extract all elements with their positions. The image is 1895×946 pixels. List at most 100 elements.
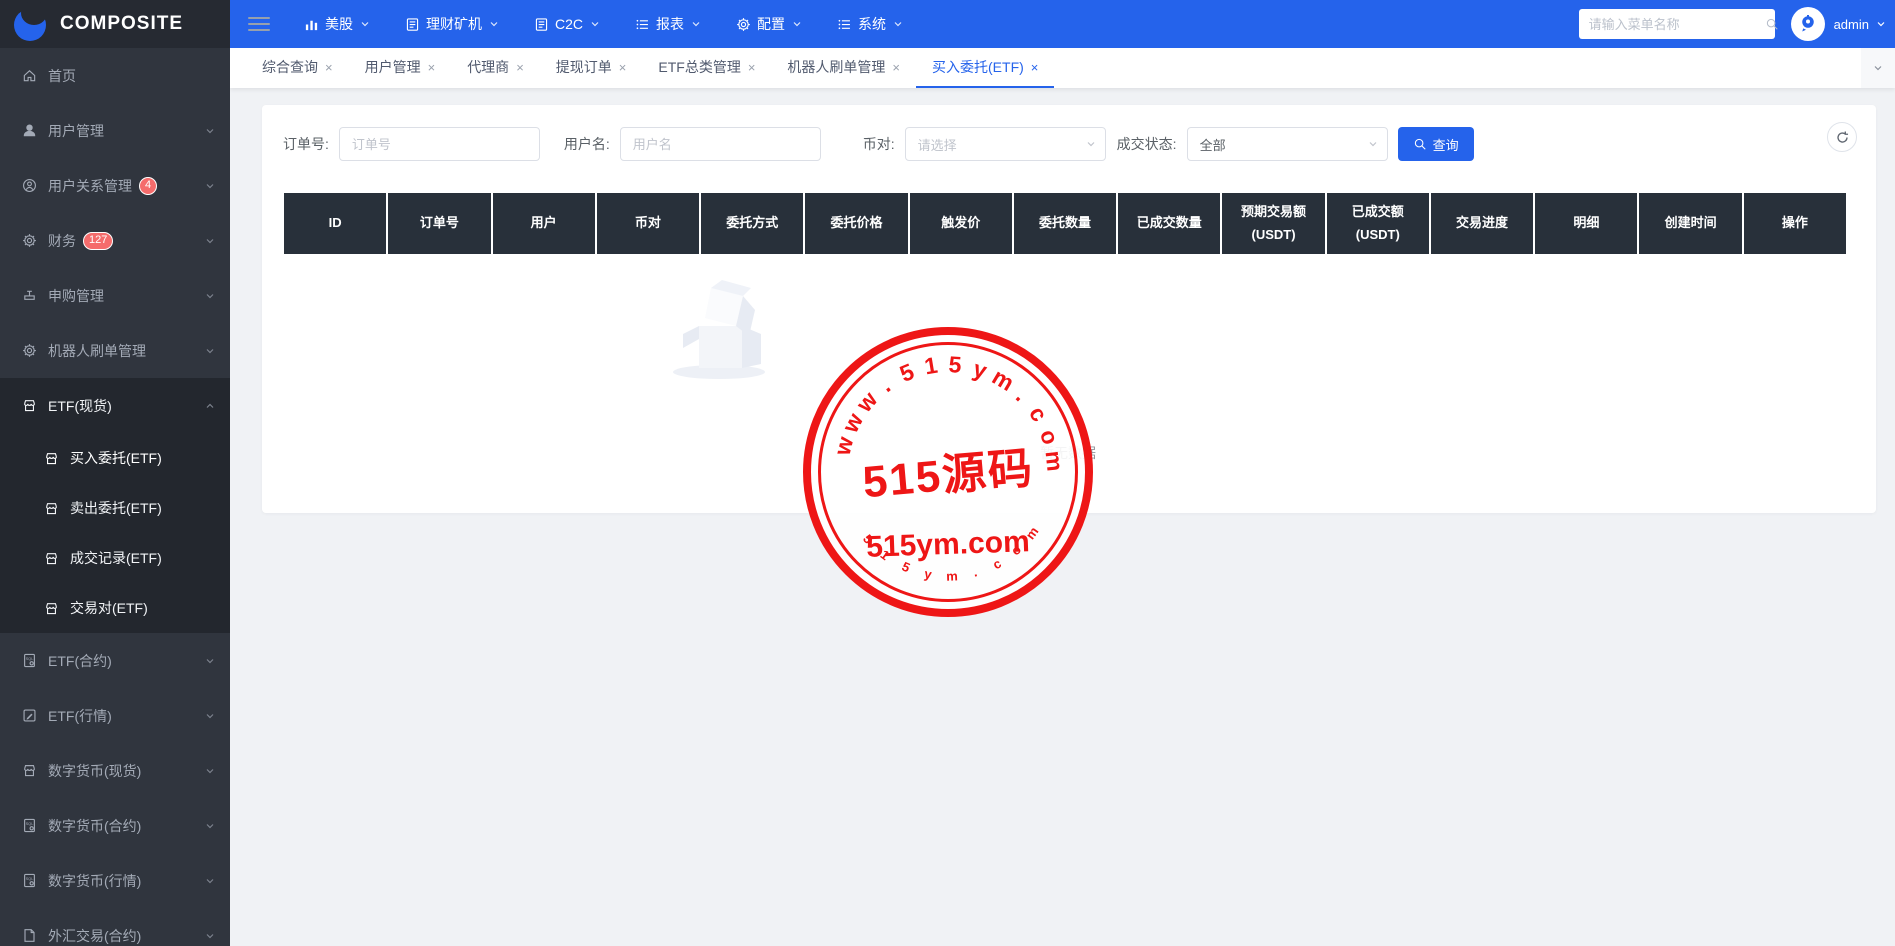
sidebar-item-label: 机器人刷单管理 <box>48 341 146 361</box>
refresh-button[interactable] <box>1827 122 1857 152</box>
tab-user-mgmt[interactable]: 用户管理 × <box>349 48 452 88</box>
nav-menu-config[interactable]: 配置 <box>736 14 803 34</box>
chevron-down-icon <box>892 18 904 30</box>
sidebar-item-label: 卖出委托(ETF) <box>70 498 162 518</box>
edit-icon <box>22 708 37 723</box>
tab-close-icon[interactable]: × <box>619 60 627 75</box>
sidebar-item-etf-deals[interactable]: 成交记录(ETF) <box>0 533 230 583</box>
logo: COMPOSITE <box>0 0 230 48</box>
tab-close-icon[interactable]: × <box>428 60 436 75</box>
nav-menu-mining[interactable]: 理财矿机 <box>405 14 500 34</box>
sidebar-item-etf-contract[interactable]: SQLETF(合约) <box>0 633 230 688</box>
sidebar-item-label: 用户管理 <box>48 121 104 141</box>
sidebar-item-label: 数字货币(合约) <box>48 816 141 836</box>
tab-close-icon[interactable]: × <box>516 60 524 75</box>
order-no-input[interactable] <box>339 127 540 161</box>
column-header: 触发价 <box>910 193 1014 254</box>
sidebar-item-etf-sell[interactable]: 卖出委托(ETF) <box>0 483 230 533</box>
search-icon <box>1413 137 1427 151</box>
avatar[interactable] <box>1791 7 1825 41</box>
book-icon <box>405 17 420 32</box>
tab-etf-category[interactable]: ETF总类管理 × <box>642 48 771 88</box>
tab-label: ETF总类管理 <box>658 57 740 77</box>
tab-label: 机器人刷单管理 <box>787 57 885 77</box>
sidebar-item-etf-buy[interactable]: 买入委托(ETF) <box>0 433 230 483</box>
sidebar-item-label: 数字货币(现货) <box>48 761 141 781</box>
sidebar-item-etf-quotes[interactable]: ETF(行情) <box>0 688 230 743</box>
sidebar-item-user-relation[interactable]: 用户关系管理4 <box>0 158 230 213</box>
sidebar-item-subscription[interactable]: 申购管理 <box>0 268 230 323</box>
sidebar-item-robot-brush[interactable]: 机器人刷单管理 <box>0 323 230 378</box>
tab-agent[interactable]: 代理商× <box>451 48 540 88</box>
shop-icon <box>44 501 59 516</box>
sidebar-item-crypto-spot[interactable]: 数字货币(现货) <box>0 743 230 798</box>
nav-menu-label: 配置 <box>757 14 785 34</box>
column-header: 操作 <box>1744 193 1846 254</box>
tab-withdraw-orders[interactable]: 提现订单× <box>540 48 643 88</box>
sidebar-item-label: 数字货币(行情) <box>48 871 141 891</box>
file-icon <box>22 928 37 943</box>
shop-icon <box>44 451 59 466</box>
sidebar-item-label: ETF(合约) <box>48 651 112 671</box>
tab-close-icon[interactable]: × <box>325 60 333 75</box>
chevron-down-icon <box>204 930 216 942</box>
sql-icon: SQL <box>22 818 37 833</box>
tab-robot-brush[interactable]: 机器人刷单管理 × <box>771 48 916 88</box>
username-input[interactable] <box>620 127 821 161</box>
sidebar-item-home[interactable]: 首页 <box>0 48 230 103</box>
nav-menu-system[interactable]: 系统 <box>837 14 904 34</box>
nav-menu-report[interactable]: 报表 <box>635 14 702 34</box>
status-select[interactable]: 全部 <box>1187 127 1388 161</box>
query-button[interactable]: 查询 <box>1398 127 1474 161</box>
column-header: 委托方式 <box>701 193 805 254</box>
tab-close-icon[interactable]: × <box>892 60 900 75</box>
sidebar-item-finance[interactable]: 财务127 <box>0 213 230 268</box>
tab-label: 用户管理 <box>365 57 421 77</box>
sidebar-item-crypto-contract[interactable]: SQL 数字货币(合约) <box>0 798 230 853</box>
nav-menu-c2c[interactable]: C2C <box>534 16 601 32</box>
sidebar-item-label: 买入委托(ETF) <box>70 448 162 468</box>
top-navbar: COMPOSITE 美股 理财矿机 C2C 报表 配置 系统 admin <box>0 0 1895 48</box>
sidebar-item-label: 首页 <box>48 66 76 86</box>
chevron-down-icon <box>791 18 803 30</box>
sidebar-toggle-icon[interactable] <box>248 17 270 31</box>
tabs-overflow-button[interactable] <box>1861 48 1895 88</box>
top-menu: 美股 理财矿机 C2C 报表 配置 系统 <box>304 14 904 34</box>
tab-composite-query[interactable]: 综合查询× <box>246 48 349 88</box>
menu-search-input[interactable] <box>1589 17 1765 32</box>
chevron-down-icon <box>1085 138 1097 150</box>
sidebar-item-label: ETF(行情) <box>48 706 112 726</box>
tab-etf-buy[interactable]: 买入委托(ETF)× <box>916 48 1054 88</box>
username[interactable]: admin <box>1834 17 1869 32</box>
sidebar-item-user-mgmt[interactable]: 用户管理 <box>0 103 230 158</box>
tab-close-icon[interactable]: × <box>748 60 756 75</box>
list-icon <box>837 17 852 32</box>
book-icon <box>534 17 549 32</box>
status-label: 成交状态: <box>1117 134 1177 154</box>
sidebar-item-forex-contract[interactable]: 外汇交易(合约) <box>0 908 230 946</box>
column-header: 交易进度 <box>1431 193 1535 254</box>
column-header: 明细 <box>1535 193 1639 254</box>
robot-avatar-icon <box>1798 14 1818 34</box>
chevron-down-icon <box>204 655 216 667</box>
sidebar-item-etf-spot[interactable]: ETF(现货) <box>0 378 230 433</box>
chevron-down-icon <box>204 290 216 302</box>
column-header: 已成交数量 <box>1118 193 1222 254</box>
pair-select[interactable]: 请选择 <box>905 127 1106 161</box>
search-icon[interactable] <box>1765 17 1779 31</box>
chevron-down-icon <box>204 710 216 722</box>
nav-menu-label: C2C <box>555 16 583 32</box>
tab-strip: 综合查询×用户管理×代理商×提现订单×ETF总类管理×机器人刷单管理×买入委托(… <box>230 48 1895 88</box>
tab-close-icon[interactable]: × <box>1031 60 1039 75</box>
chevron-down-icon <box>488 18 500 30</box>
user-chevron-down-icon[interactable] <box>1875 18 1887 30</box>
refresh-icon <box>1835 130 1850 145</box>
sidebar-item-label: 交易对(ETF) <box>70 598 148 618</box>
sidebar-item-crypto-quotes[interactable]: SQL数字货币(行情) <box>0 853 230 908</box>
sidebar-item-etf-pairs[interactable]: 交易对(ETF) <box>0 583 230 633</box>
nav-menu-us-stock[interactable]: 美股 <box>304 14 371 34</box>
sidebar-item-label: 财务 <box>48 231 76 251</box>
order-no-label: 订单号: <box>283 134 329 154</box>
chevron-up-icon <box>204 400 216 412</box>
shop-icon <box>44 551 59 566</box>
